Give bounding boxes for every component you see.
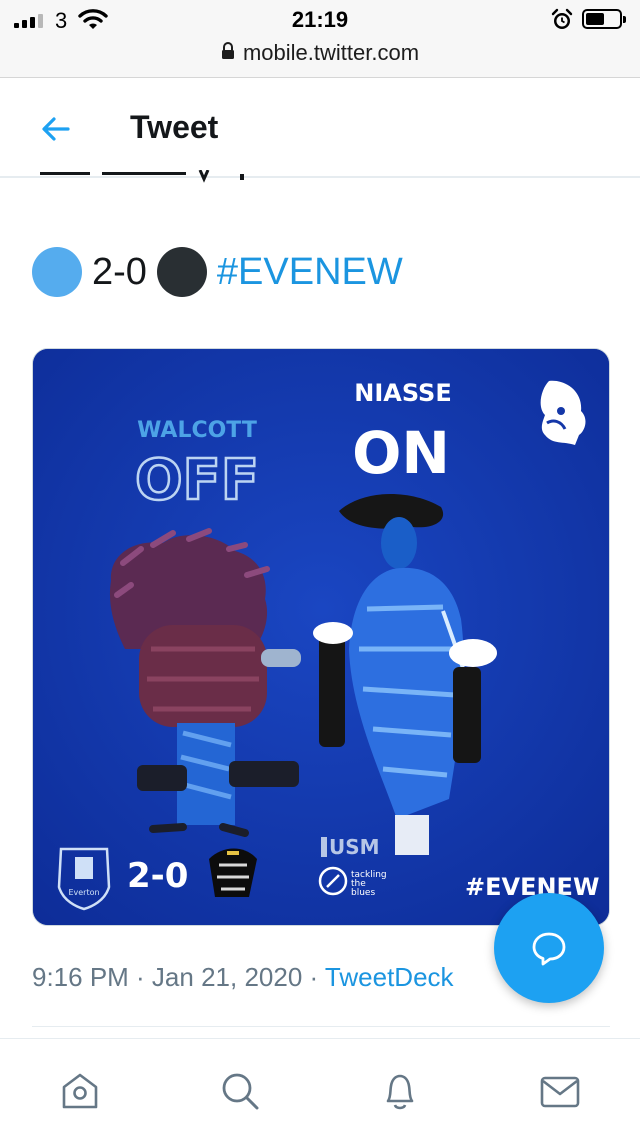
reply-fab-button[interactable] [494, 893, 604, 1003]
bottom-navigation [0, 1038, 640, 1136]
scrolled-text-fragment [40, 170, 260, 184]
nav-messages[interactable] [536, 1067, 584, 1115]
alarm-icon [550, 8, 574, 37]
bell-icon [386, 1074, 414, 1110]
address-bar[interactable]: mobile.twitter.com [0, 40, 640, 66]
arrow-left-icon [42, 117, 70, 141]
url-text: mobile.twitter.com [242, 40, 420, 65]
tweet-source-link[interactable]: TweetDeck [325, 962, 454, 992]
tweet-media-image[interactable]: WALCOTT OFF NIASSE ON Everton 2-0 USM ta… [32, 348, 610, 926]
tweet-header: Tweet [0, 79, 640, 178]
ios-status-bar: 3 21:19 mobile.twitter.com [0, 0, 640, 78]
blue-circle-emoji [32, 247, 82, 297]
usm-sponsor-logo: USM [321, 835, 380, 859]
search-icon [222, 1073, 259, 1110]
nav-notifications[interactable] [376, 1067, 424, 1115]
tweet-timestamp[interactable]: 9:16 PM · Jan 21, 2020 · [32, 962, 325, 992]
on-label: ON [352, 419, 450, 487]
newcastle-crest-icon [209, 848, 257, 897]
clock: 21:19 [291, 7, 349, 32]
divider [32, 1026, 610, 1027]
tweet-text: 2-0 #EVENEW [32, 246, 403, 298]
off-label: OFF [135, 448, 259, 513]
tweet-score: 2-0 [92, 250, 147, 293]
battery-icon [582, 9, 626, 29]
charity-line-3: blues [351, 888, 375, 898]
sponsor-text: USM [329, 835, 380, 859]
everton-crest-text: Everton [68, 888, 99, 897]
nav-search[interactable] [216, 1067, 264, 1115]
media-score: 2-0 [127, 856, 188, 896]
hashtag-link[interactable]: #EVENEW [217, 251, 403, 294]
reply-bubble-icon [532, 932, 566, 966]
page-title: Tweet [130, 109, 219, 145]
player-off-name: WALCOTT [137, 418, 257, 443]
black-circle-emoji [156, 247, 207, 297]
mail-icon [540, 1076, 580, 1108]
home-icon [62, 1073, 98, 1109]
player-on-name: NIASSE [354, 379, 451, 407]
nav-home[interactable] [56, 1067, 104, 1115]
lock-icon [221, 41, 235, 65]
tweet-meta: 9:16 PM · Jan 21, 2020 · TweetDeck [32, 962, 454, 993]
back-button[interactable] [36, 109, 76, 149]
